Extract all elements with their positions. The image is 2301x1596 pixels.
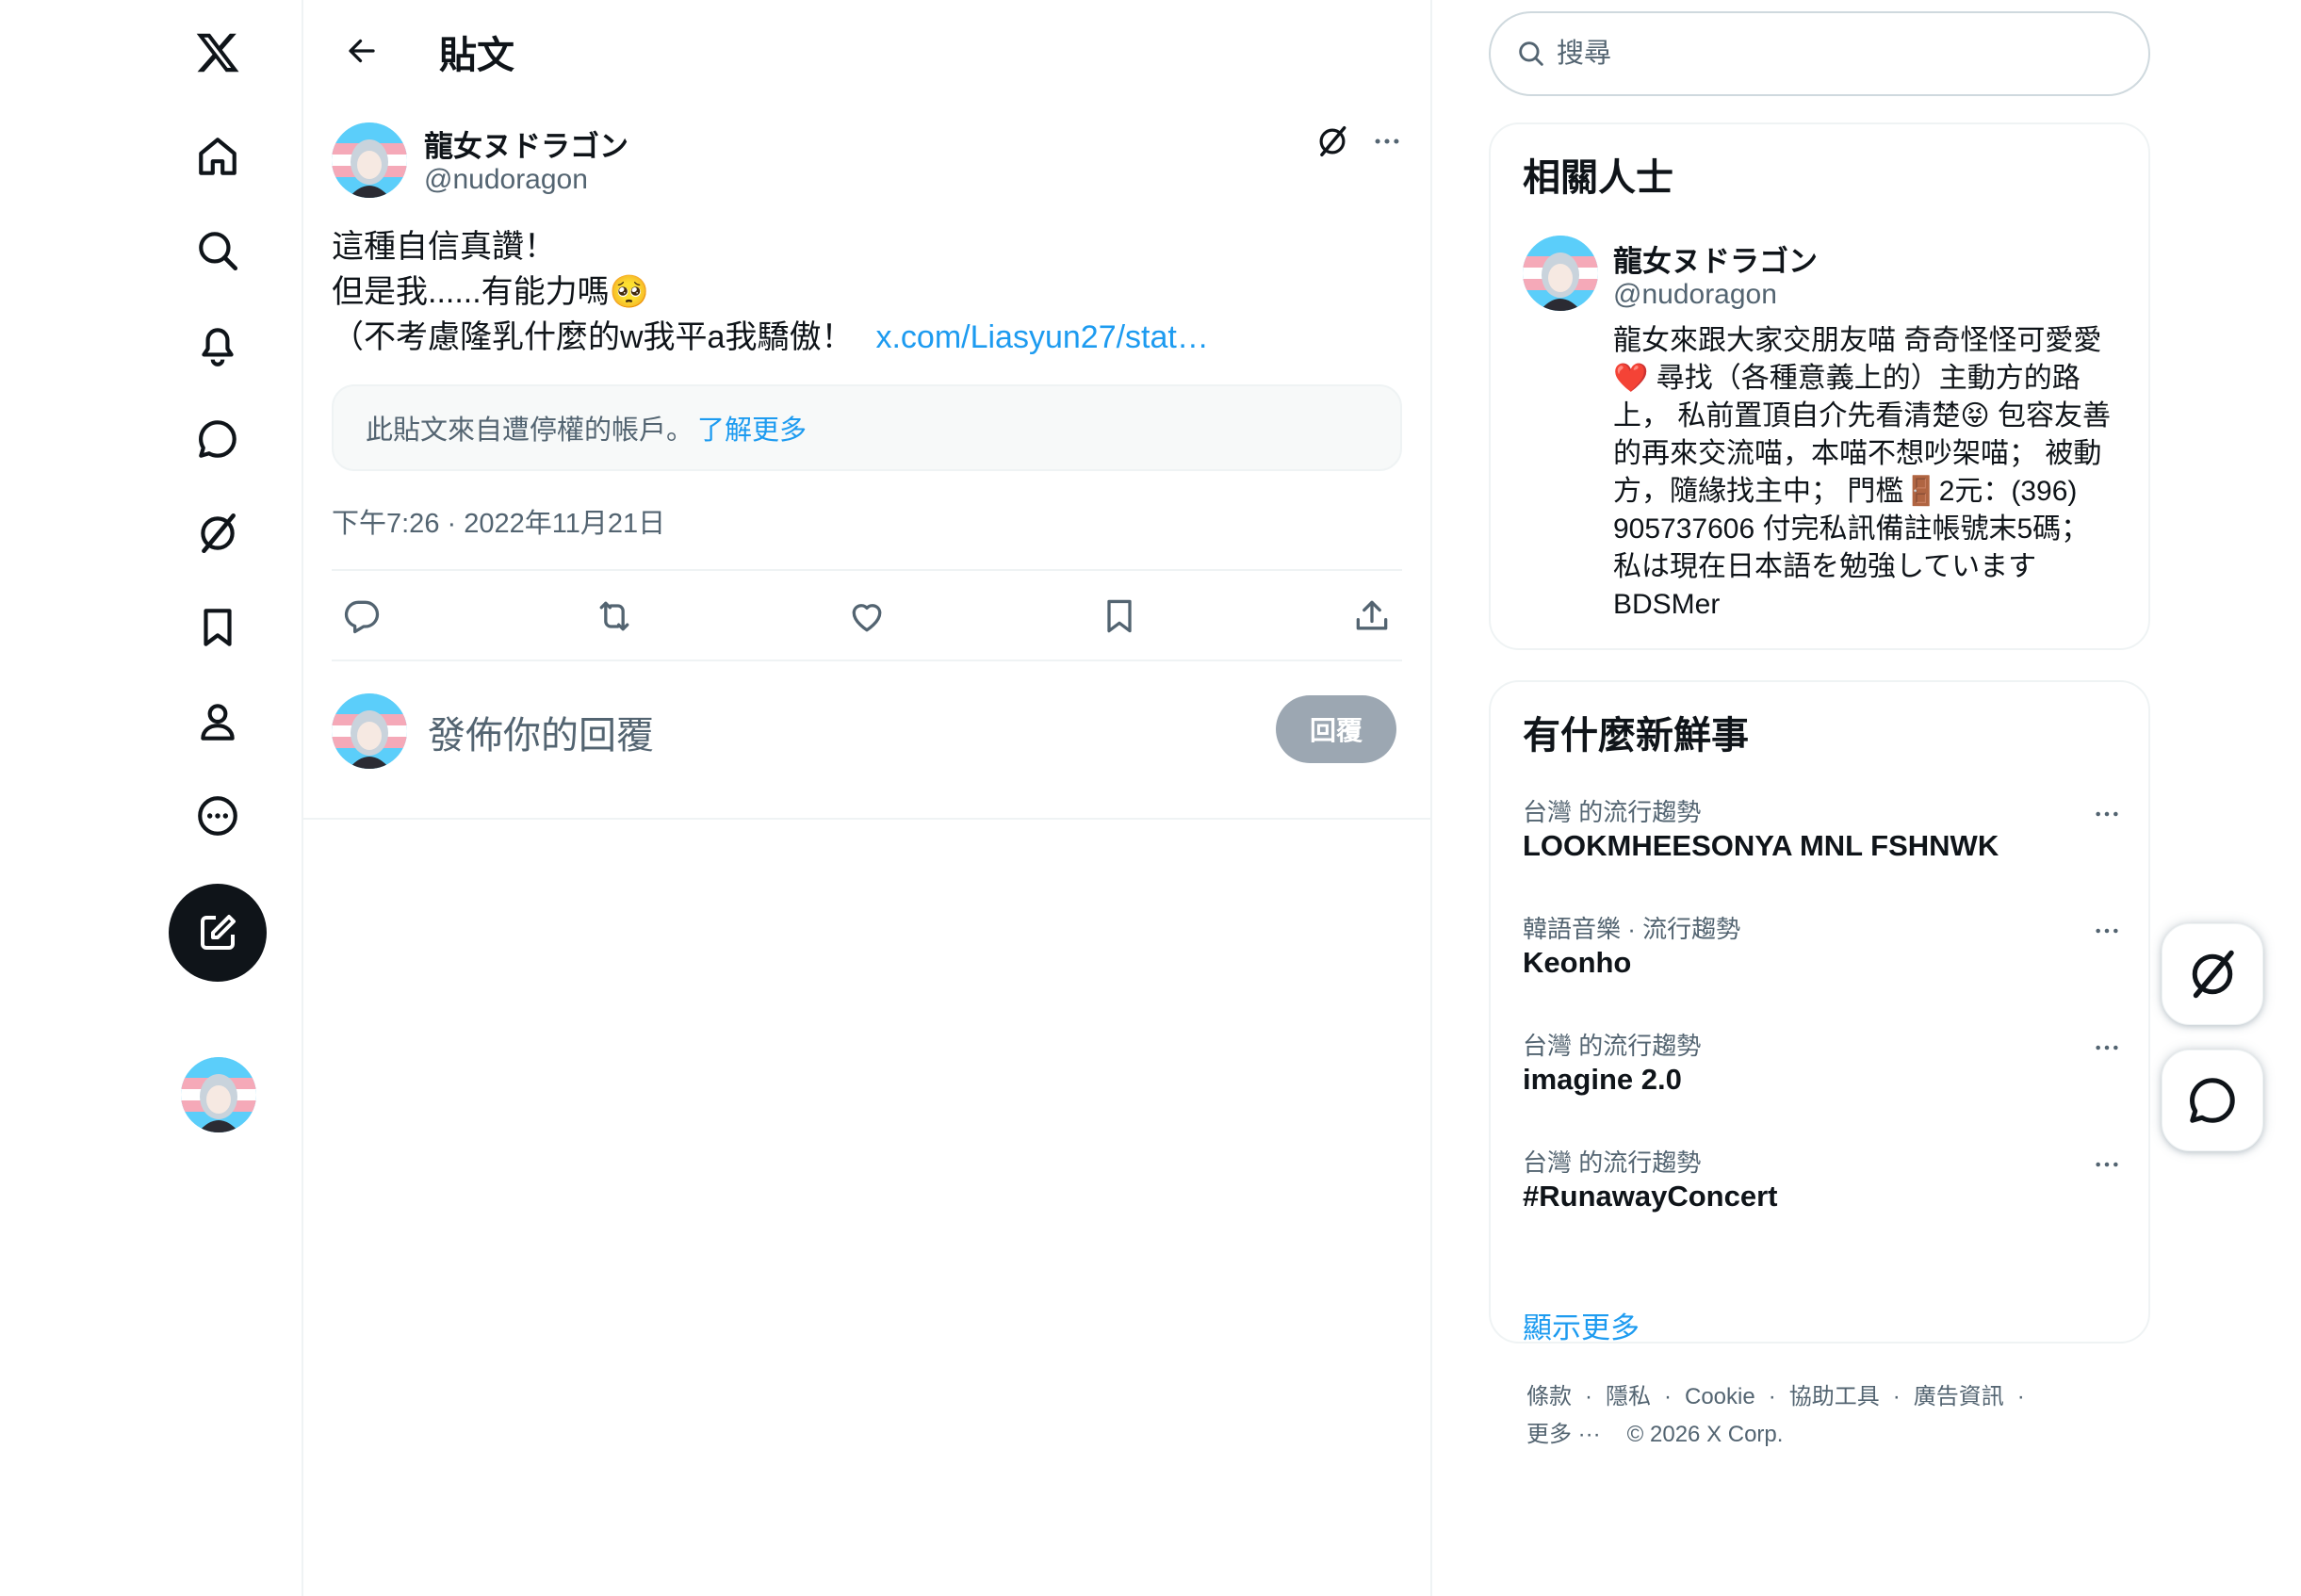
tweet-line: 但是我......有能力嗎🥺 bbox=[332, 274, 650, 310]
repost-icon bbox=[599, 601, 629, 631]
search-input[interactable] bbox=[1557, 38, 2122, 70]
related-name[interactable]: 龍女ヌドラゴン bbox=[1613, 237, 1818, 280]
bookmarks-icon[interactable] bbox=[188, 597, 248, 658]
left-navigation bbox=[0, 0, 302, 1596]
trend-meta: 台灣 的流行趨勢 bbox=[1523, 1148, 1702, 1177]
home-icon[interactable] bbox=[188, 126, 248, 187]
page-title: 貼文 bbox=[439, 35, 514, 76]
reply-input[interactable]: 發佈你的回覆 bbox=[428, 705, 654, 759]
repost-action-button[interactable] bbox=[586, 588, 643, 644]
right-sidebar: 相關人士 龍女ヌドラゴン @nudoragon 龍女來跟大家交朋友喵 奇奇怪怪可… bbox=[1489, 0, 2167, 1596]
explore-icon[interactable] bbox=[188, 220, 248, 281]
x-logo-icon[interactable] bbox=[188, 23, 248, 83]
tweet-text: 這種自信真讚！ 但是我......有能力嗎🥺 （不考慮隆乳什麼的w我平a我驕傲！… bbox=[332, 224, 1209, 360]
footer-link-accessibility[interactable]: 協助工具 bbox=[1789, 1384, 1880, 1409]
reply-submit-button[interactable]: 回覆 bbox=[1276, 695, 1396, 763]
trend-meta: 台灣 的流行趨勢 bbox=[1523, 1032, 1702, 1060]
related-avatar[interactable] bbox=[1523, 236, 1598, 311]
card-title: 相關人士 bbox=[1523, 157, 1673, 199]
trend-meta: 台灣 的流行趨勢 bbox=[1523, 798, 1702, 826]
trends-card: 有什麼新鮮事 台灣 的流行趨勢 LOOKMHEESONYA MNL FSHNWK… bbox=[1489, 680, 2150, 1344]
author-handle[interactable]: @nudoragon bbox=[424, 164, 588, 196]
bookmark-icon bbox=[1107, 599, 1132, 633]
main-column: 貼文 龍女ヌドラゴン @nudoragon 這種自信真讚！ 但是我......有… bbox=[303, 0, 1430, 1596]
trend-more-button[interactable] bbox=[2088, 1029, 2126, 1067]
trend-more-button[interactable] bbox=[2088, 1146, 2126, 1183]
related-people-card: 相關人士 龍女ヌドラゴン @nudoragon 龍女來跟大家交朋友喵 奇奇怪怪可… bbox=[1489, 122, 2150, 650]
tweet-line: 這種自信真讚！ bbox=[332, 229, 556, 265]
show-more-link[interactable]: 顯示更多 bbox=[1523, 1304, 1640, 1346]
trend-name: Keonho bbox=[1523, 946, 1632, 979]
footer-links: 條款 · 隱私 · Cookie · 協助工具 · 廣告資訊 · bbox=[1526, 1384, 2025, 1409]
search-icon bbox=[1519, 41, 1543, 66]
grok-icon bbox=[1319, 126, 1346, 156]
grok-icon bbox=[2192, 950, 2234, 999]
x-logo-glyph bbox=[196, 33, 239, 73]
back-button[interactable] bbox=[332, 21, 392, 81]
tweet-more-button[interactable] bbox=[1366, 122, 1408, 160]
bookmark-action-button[interactable] bbox=[1091, 588, 1148, 644]
card-title: 有什麼新鮮事 bbox=[1523, 715, 1749, 757]
more-icon[interactable] bbox=[188, 786, 248, 846]
author-avatar[interactable] bbox=[332, 122, 407, 198]
footer-copyright: © 2026 X Corp. bbox=[1626, 1422, 1784, 1447]
trend-item[interactable]: 韓語音樂 · 流行趨勢 Keonho bbox=[1523, 910, 2126, 1014]
compose-post-button[interactable] bbox=[169, 884, 267, 982]
suspended-account-notice: 此貼文來自遭停權的帳戶。 了解更多 bbox=[332, 384, 1402, 471]
divider-right bbox=[1430, 0, 1432, 1596]
footer-link-privacy[interactable]: 隱私 bbox=[1606, 1384, 1651, 1409]
compose-icon bbox=[201, 915, 236, 950]
account-avatar[interactable] bbox=[181, 1057, 256, 1132]
arrow-left-icon bbox=[349, 39, 375, 63]
trend-meta: 韓語音樂 · 流行趨勢 bbox=[1523, 915, 1741, 943]
tweet-line-text: （不考慮隆乳什麼的w我平a我驕傲！ bbox=[332, 319, 854, 355]
footer-link-cookie[interactable]: Cookie bbox=[1685, 1384, 1755, 1409]
reply-icon bbox=[344, 600, 380, 634]
heart-icon bbox=[852, 604, 882, 632]
grok-tweet-button[interactable] bbox=[1312, 121, 1353, 162]
more-horizontal-icon bbox=[2096, 1162, 2118, 1167]
profile-icon[interactable] bbox=[188, 692, 248, 752]
more-horizontal-icon bbox=[2096, 1045, 2118, 1050]
more-horizontal-icon bbox=[2096, 928, 2118, 934]
more-horizontal-icon bbox=[2096, 811, 2118, 817]
grok-float-button[interactable] bbox=[2162, 923, 2263, 1025]
tweet-timestamp[interactable]: 下午7:26 · 2022年11月21日 bbox=[332, 501, 665, 541]
related-handle[interactable]: @nudoragon bbox=[1613, 279, 1777, 311]
divider bbox=[332, 569, 1402, 571]
divider bbox=[332, 660, 1402, 661]
learn-more-link[interactable]: 了解更多 bbox=[697, 408, 807, 448]
reply-avatar bbox=[332, 693, 407, 769]
footer-more-link[interactable]: 更多 ··· bbox=[1526, 1422, 1601, 1447]
notice-text: 此貼文來自遭停權的帳戶。 bbox=[366, 415, 694, 446]
trend-name: #RunawayConcert bbox=[1523, 1180, 1778, 1213]
tweet-link[interactable]: x.com/Liasyun27/stat… bbox=[875, 319, 1208, 355]
messages-icon bbox=[2190, 1078, 2235, 1123]
messages-float-button[interactable] bbox=[2162, 1050, 2263, 1151]
trend-name: imagine 2.0 bbox=[1523, 1063, 1682, 1096]
related-bio: 龍女來跟大家交朋友喵 奇奇怪怪可愛愛 ❤️ 尋找（各種意義上的）主動方的路 上，… bbox=[1613, 325, 2111, 620]
footer-link-ads[interactable]: 廣告資訊 bbox=[1914, 1384, 2004, 1409]
like-action-button[interactable] bbox=[839, 588, 895, 644]
divider bbox=[303, 818, 1430, 820]
reply-action-button[interactable] bbox=[334, 588, 390, 644]
notifications-icon[interactable] bbox=[188, 315, 248, 375]
trend-item[interactable]: 台灣 的流行趨勢 LOOKMHEESONYA MNL FSHNWK bbox=[1523, 793, 2126, 897]
author-name[interactable]: 龍女ヌドラゴン bbox=[424, 122, 628, 165]
footer-link-terms[interactable]: 條款 bbox=[1526, 1384, 1572, 1409]
tweet-line: （不考慮隆乳什麼的w我平a我驕傲！ x.com/Liasyun27/stat… bbox=[332, 315, 1209, 360]
share-icon bbox=[1356, 600, 1388, 630]
trend-name: LOOKMHEESONYA MNL FSHNWK bbox=[1523, 829, 1999, 862]
trend-item[interactable]: 台灣 的流行趨勢 imagine 2.0 bbox=[1523, 1027, 2126, 1131]
trend-more-button[interactable] bbox=[2088, 795, 2126, 833]
grok-icon[interactable] bbox=[188, 503, 248, 563]
messages-icon[interactable] bbox=[188, 409, 248, 469]
trend-item[interactable]: 台灣 的流行趨勢 #RunawayConcert bbox=[1523, 1144, 2126, 1247]
trend-more-button[interactable] bbox=[2088, 912, 2126, 950]
footer-secondary: 更多 ··· © 2026 X Corp. bbox=[1526, 1415, 1783, 1448]
share-action-button[interactable] bbox=[1344, 588, 1400, 644]
search-box[interactable] bbox=[1489, 11, 2150, 96]
more-horizontal-icon bbox=[1375, 138, 1399, 144]
